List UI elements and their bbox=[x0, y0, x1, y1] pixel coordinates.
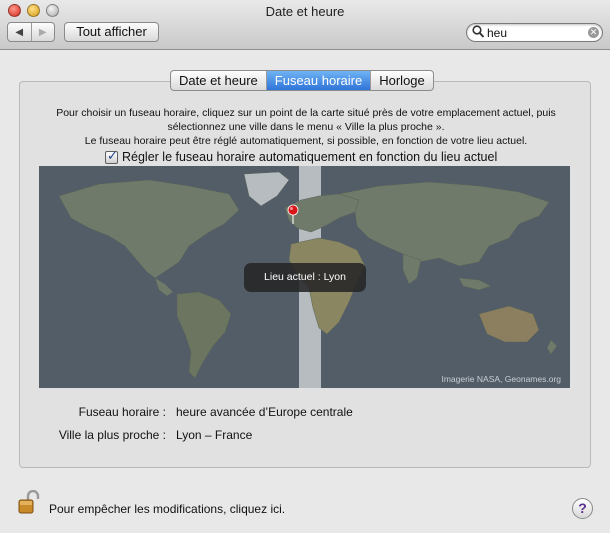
timezone-value: heure avancée d’Europe centrale bbox=[176, 405, 353, 419]
auto-timezone-label[interactable]: Régler le fuseau horaire automatiquement… bbox=[122, 150, 497, 164]
instructions-line-3: Le fuseau horaire peut être réglé automa… bbox=[84, 135, 528, 147]
closest-city-label: Ville la plus proche : bbox=[58, 428, 166, 442]
lock-message[interactable]: Pour empêcher les modifications, cliquez… bbox=[49, 502, 285, 516]
search-field[interactable]: heu ✕ bbox=[466, 23, 603, 42]
timezone-label: Fuseau horaire : bbox=[78, 405, 166, 419]
closest-city-row: Ville la plus proche : Lyon – France bbox=[0, 428, 610, 444]
back-button[interactable]: ◀ bbox=[8, 23, 31, 41]
map-credit: Imagerie NASA, Geonames.org bbox=[441, 374, 561, 384]
tab-bar: Date et heure Fuseau horaire Horloge bbox=[170, 70, 434, 91]
tab-horloge[interactable]: Horloge bbox=[370, 71, 433, 90]
closest-city-value[interactable]: Lyon – France bbox=[176, 428, 252, 442]
tab-fuseau-horaire[interactable]: Fuseau horaire bbox=[265, 71, 371, 90]
instructions-line-2: sélectionnez une ville dans le menu « Vi… bbox=[167, 121, 445, 133]
instructions-line-1: Pour choisir un fuseau horaire, cliquez … bbox=[56, 107, 556, 119]
auto-timezone-checkbox[interactable]: ✓ bbox=[105, 147, 118, 164]
search-input[interactable]: heu bbox=[487, 26, 507, 40]
window-title: Date et heure bbox=[265, 4, 345, 19]
lock-icon[interactable] bbox=[16, 489, 42, 516]
help-button[interactable]: ? bbox=[572, 498, 593, 519]
current-location-tooltip: Lieu actuel : Lyon bbox=[244, 263, 366, 292]
show-all-button[interactable]: Tout afficher bbox=[64, 22, 159, 42]
auto-timezone-row[interactable]: ✓ Régler le fuseau horaire automatiqueme… bbox=[105, 147, 497, 165]
clear-icon[interactable]: ✕ bbox=[588, 27, 599, 38]
title-bar: Date et heure ◀ ▶ Tout afficher heu ✕ bbox=[0, 0, 610, 50]
forward-button[interactable]: ▶ bbox=[30, 23, 55, 41]
back-forward-control: ◀ ▶ bbox=[7, 22, 55, 42]
timezone-row: Fuseau horaire : heure avancée d’Europe … bbox=[0, 405, 610, 421]
search-icon bbox=[472, 25, 485, 39]
tab-date-et-heure[interactable]: Date et heure bbox=[171, 71, 266, 90]
checkmark-icon: ✓ bbox=[107, 147, 118, 163]
instructions-text: Pour choisir un fuseau horaire, cliquez … bbox=[30, 106, 582, 148]
